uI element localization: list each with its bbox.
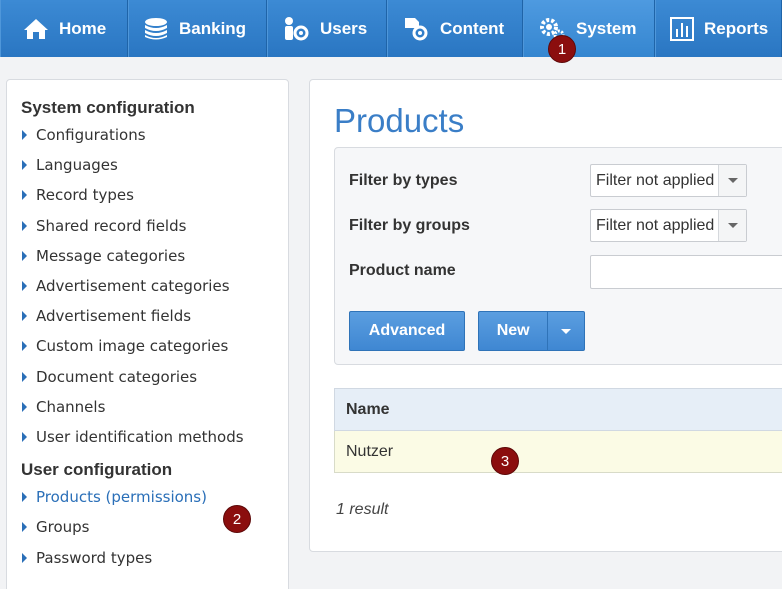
- sidebar-item-label: Document categories: [36, 367, 198, 386]
- sidebar-item-channels[interactable]: Channels: [21, 392, 288, 422]
- sidebar-item-label: Record types: [36, 186, 134, 205]
- chevron-down-icon: [718, 210, 746, 241]
- filter-panel: Filter by types Filter not applied Filte…: [334, 147, 782, 365]
- sidebar-item-label: Message categories: [36, 246, 186, 265]
- sidebar-item-label: User identification methods: [36, 427, 244, 446]
- sidebar-item-label: Configurations: [36, 126, 146, 145]
- sidebar-item-label: Password types: [36, 548, 153, 567]
- caret-right-icon: [22, 522, 27, 533]
- filter-groups-label: Filter by groups: [349, 217, 470, 234]
- filter-types-label: Filter by types: [349, 172, 458, 189]
- filter-types-select[interactable]: Filter not applied: [590, 164, 747, 197]
- tab-users[interactable]: Users: [267, 0, 387, 57]
- tab-content[interactable]: Content: [387, 0, 523, 57]
- sidebar-item-label: Advertisement categories: [36, 277, 230, 296]
- caret-right-icon: [22, 160, 27, 171]
- tab-content-label: Content: [440, 18, 505, 38]
- marker-badge-1: 1: [548, 35, 576, 63]
- sidebar-item-message-categories[interactable]: Message categories: [21, 241, 288, 271]
- product-name-label: Product name: [349, 262, 456, 279]
- chevron-down-icon: [718, 165, 746, 196]
- tab-system[interactable]: System: [523, 0, 655, 57]
- home-icon: [24, 18, 48, 39]
- new-button-label: New: [496, 322, 530, 339]
- sidebar-item-label: Custom image categories: [36, 337, 229, 356]
- sidebar-item-configurations[interactable]: Configurations: [21, 120, 288, 150]
- sidebar-item-products-permissions[interactable]: Products (permissions): [21, 482, 288, 512]
- filter-groups-select[interactable]: Filter not applied: [590, 209, 747, 242]
- tab-reports-label: Reports: [704, 18, 769, 38]
- page-title: Products: [334, 102, 465, 139]
- caret-right-icon: [22, 311, 27, 322]
- sidebar-item-custom-image-categories[interactable]: Custom image categories: [21, 331, 288, 361]
- result-count: 1 result: [336, 501, 389, 518]
- product-name-input[interactable]: [590, 255, 782, 289]
- tab-banking[interactable]: Banking: [128, 0, 267, 57]
- caret-right-icon: [22, 341, 27, 352]
- caret-right-icon: [22, 492, 27, 503]
- caret-right-icon: [22, 552, 27, 563]
- content-gear-icon: [405, 17, 428, 40]
- table-header-name[interactable]: Name: [334, 388, 782, 431]
- sidebar-item-document-categories[interactable]: Document categories: [21, 362, 288, 392]
- products-table: Name Nutzer: [334, 388, 782, 473]
- coins-icon: [145, 17, 167, 39]
- tab-home-label: Home: [59, 18, 107, 38]
- caret-right-icon: [22, 431, 27, 442]
- marker-badge-3: 3: [491, 447, 519, 475]
- filter-types-value: Filter not applied: [596, 171, 715, 189]
- marker-badge-2: 2: [223, 505, 251, 533]
- sidebar-item-label: Shared record fields: [36, 216, 187, 235]
- caret-right-icon: [22, 281, 27, 292]
- sidebar-item-advertisement-fields[interactable]: Advertisement fields: [21, 301, 288, 331]
- caret-right-icon: [22, 130, 27, 141]
- caret-right-icon: [22, 371, 27, 382]
- table-row[interactable]: Nutzer: [334, 431, 782, 473]
- sidebar-item-record-types[interactable]: Record types: [21, 180, 288, 210]
- sidebar-item-user-identification-methods[interactable]: User identification methods: [21, 422, 288, 452]
- users-gear-icon: [285, 16, 309, 40]
- new-button[interactable]: New: [478, 311, 585, 351]
- tab-home[interactable]: Home: [0, 0, 128, 57]
- tab-system-label: System: [576, 18, 637, 38]
- main-panel: Products Filter by types Filter not appl…: [309, 79, 782, 552]
- tab-users-label: Users: [320, 18, 368, 38]
- sidebar-item-languages[interactable]: Languages: [21, 150, 288, 180]
- sidebar-item-label: Products (permissions): [36, 488, 207, 507]
- caret-right-icon: [22, 220, 27, 231]
- tab-banking-label: Banking: [179, 18, 247, 38]
- advanced-button[interactable]: Advanced: [349, 311, 465, 351]
- sidebar-item-label: Channels: [36, 397, 106, 416]
- chevron-down-icon: [561, 328, 572, 334]
- sidebar-item-advertisement-categories[interactable]: Advertisement categories: [21, 271, 288, 301]
- table-cell-name: Nutzer: [346, 442, 394, 460]
- sidebar-item-label: Advertisement fields: [36, 307, 192, 326]
- sidebar-item-shared-record-fields[interactable]: Shared record fields: [21, 211, 288, 241]
- tab-reports[interactable]: Reports: [655, 0, 782, 57]
- filter-groups-value: Filter not applied: [596, 216, 715, 234]
- bar-chart-icon: [670, 16, 694, 41]
- sidebar-item-label: Languages: [36, 156, 118, 175]
- sidebar-item-password-types[interactable]: Password types: [21, 542, 288, 572]
- new-dropdown-toggle[interactable]: [547, 312, 584, 350]
- top-navigation: Home Banking Users Content System Report…: [0, 0, 782, 57]
- caret-right-icon: [22, 250, 27, 261]
- caret-right-icon: [22, 190, 27, 201]
- caret-right-icon: [22, 401, 27, 412]
- sidebar-item-label: Groups: [36, 518, 90, 537]
